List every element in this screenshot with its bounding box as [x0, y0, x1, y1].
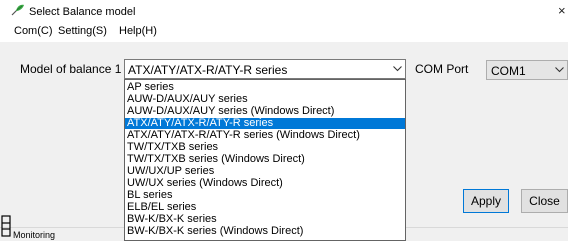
dropdown-option[interactable]: TW/TX/TXB series: [125, 142, 405, 153]
dropdown-option[interactable]: UW/UX/UP series: [125, 166, 405, 177]
window-title: Select Balance model: [29, 6, 136, 18]
dropdown-option[interactable]: AP series: [125, 82, 405, 93]
status-text: Monitoring: [13, 230, 56, 240]
window-close-button[interactable]: ×: [558, 3, 566, 18]
com-port-value: COM1: [491, 64, 526, 78]
model-select[interactable]: ATX/ATY/ATX-R/ATY-R series: [124, 59, 406, 79]
dropdown-option[interactable]: ELB/EL series: [125, 202, 405, 213]
dropdown-option[interactable]: BL series: [125, 190, 405, 201]
dropdown-option[interactable]: AUW-D/AUX/AUY series: [125, 94, 405, 105]
model-label: Model of balance 1: [20, 62, 122, 76]
com-port-select[interactable]: COM1: [486, 60, 568, 80]
model-dropdown-list[interactable]: AP series AUW-D/AUX/AUY series AUW-D/AUX…: [124, 79, 406, 241]
close-button[interactable]: Close: [521, 189, 568, 213]
dropdown-option[interactable]: ATX/ATY/ATX-R/ATY-R series (Windows Dire…: [125, 130, 405, 141]
dropdown-option[interactable]: BW-K/BX-K series: [125, 214, 405, 225]
feather-pen-icon: [11, 4, 24, 16]
chevron-down-icon[interactable]: [389, 60, 405, 78]
dropdown-option-selected[interactable]: ATX/ATY/ATX-R/ATY-R series: [125, 118, 405, 129]
model-select-value: ATX/ATY/ATX-R/ATY-R series: [128, 63, 288, 77]
monitoring-icon: [1, 215, 11, 237]
apply-button[interactable]: Apply: [463, 189, 509, 213]
menu-help[interactable]: Help(H): [119, 25, 157, 37]
menu-setting[interactable]: Setting(S): [58, 25, 107, 37]
dropdown-option[interactable]: AUW-D/AUX/AUY series (Windows Direct): [125, 106, 405, 117]
menu-com[interactable]: Com(C): [14, 25, 53, 37]
menu-bar: Com(C) Setting(S) Help(H): [0, 22, 568, 42]
dropdown-option[interactable]: UW/UX series (Windows Direct): [125, 178, 405, 189]
chevron-down-icon[interactable]: [551, 61, 567, 79]
title-bar: Select Balance model ×: [0, 0, 568, 22]
dropdown-option[interactable]: BW-K/BX-K series (Windows Direct): [125, 226, 405, 237]
com-port-label: COM Port: [415, 62, 469, 76]
dropdown-option[interactable]: TW/TX/TXB series (Windows Direct): [125, 154, 405, 165]
